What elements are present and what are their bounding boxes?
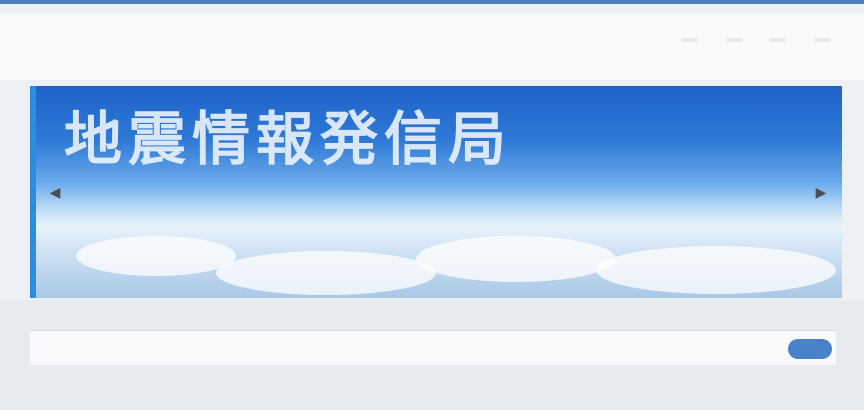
banner-title: 地震情報発信局 [64,105,513,173]
slider-prev-arrow-icon[interactable]: ◀ [48,186,62,200]
nav-item-3[interactable] [726,38,742,42]
slider-next-arrow-icon[interactable]: ▶ [814,186,828,200]
nav-item-5[interactable] [814,38,830,42]
nav-item-2[interactable] [682,38,698,42]
news-box [30,330,836,365]
site-logo[interactable] [28,30,178,70]
more-button[interactable] [788,339,832,359]
cloud-shape [76,236,236,276]
cloud-shape [596,246,836,294]
nav-item-home[interactable] [638,38,654,42]
top-accent-bar [0,0,864,4]
main-nav [638,38,830,42]
nav-item-4[interactable] [770,38,786,42]
hero-banner: 地震情報発信局 ◀ ▶ [30,86,842,298]
cloud-shape [216,251,436,295]
cloud-shape [416,236,616,282]
